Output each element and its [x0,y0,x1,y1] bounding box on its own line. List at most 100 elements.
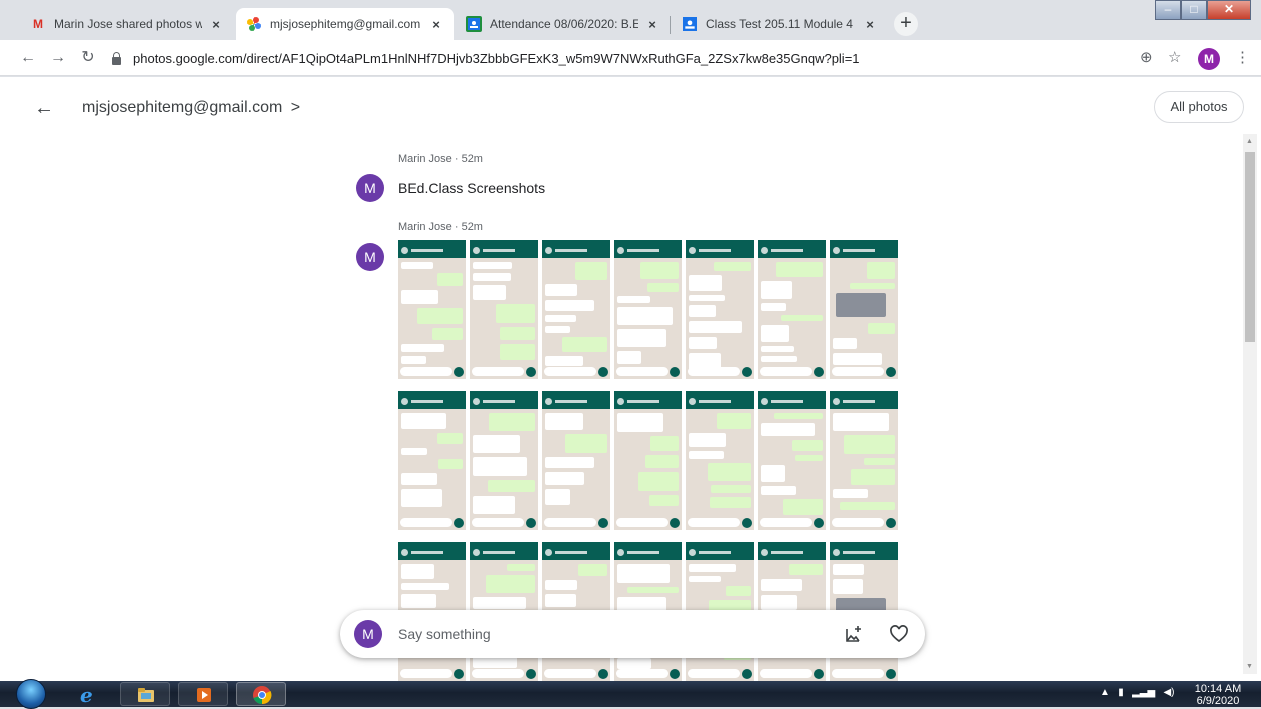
photo-thumbnail[interactable] [614,391,682,530]
chat-bubble [575,262,607,280]
album-title: BEd.Class Screenshots [398,180,546,196]
share-title[interactable]: mjsjosephitemg@gmail.com > [82,99,300,117]
back-icon[interactable]: ← [18,48,38,68]
mic-icon [454,669,464,679]
chat-bubble [545,489,570,505]
chat-bubble [578,564,607,576]
chat-header [686,240,754,258]
mic-icon [598,367,608,377]
taskbar-chrome[interactable] [236,682,286,706]
comment-input[interactable] [398,622,818,646]
chat-bubble [711,485,751,493]
scrollbar[interactable]: ▲ ▼ [1243,134,1257,674]
chat-bubble [486,575,535,593]
photo-thumbnail[interactable] [830,240,898,379]
profile-avatar[interactable]: M [1198,48,1220,70]
chat-bubble [781,315,823,321]
taskbar-internet-explorer[interactable]: e [62,682,112,706]
scroll-thumb[interactable] [1245,152,1255,342]
new-tab-button[interactable]: + [894,12,918,36]
add-photo-icon[interactable] [843,623,865,645]
system-tray[interactable]: ▲ ▮ ▂▃▅ ◀) [1100,687,1175,698]
address-bar[interactable]: photos.google.com/direct/AF1QipOt4aPLm1H… [112,45,1122,72]
tab-gmail[interactable]: M Marin Jose shared photos with yo × [20,8,234,40]
avatar: M [356,243,384,271]
tab-attendance[interactable]: Attendance 08/06/2020: B.Ed. 20 × [456,8,670,40]
entry-meta: Marin Jose · 52m [398,221,483,233]
close-icon[interactable]: × [428,17,444,32]
chat-bubble [401,344,444,352]
photo-thumbnail[interactable] [542,391,610,530]
mic-icon [526,367,536,377]
photo-thumbnail[interactable] [470,240,538,379]
chat-bubble [562,337,607,352]
heart-icon[interactable] [888,623,910,645]
clock[interactable]: 10:14 AM 6/9/2020 [1188,683,1248,707]
tab-class-test[interactable]: Class Test 205.11 Module 4 × [672,8,888,40]
chat-header [830,542,898,560]
mic-icon [454,518,464,528]
maximize-button[interactable]: □ [1181,0,1207,20]
chat-input [400,367,452,376]
photo-thumbnail[interactable] [542,240,610,379]
chat-image [836,293,886,317]
chat-bubble [710,497,751,508]
chat-bubble [401,290,438,304]
chat-input [400,669,452,678]
chat-input [760,367,812,376]
photo-thumbnail[interactable] [398,391,466,530]
chat-bubble [617,351,641,364]
photo-thumbnail[interactable] [686,240,754,379]
mic-icon [886,669,896,679]
chat-header [614,391,682,409]
back-arrow-icon[interactable]: ← [34,97,54,120]
chat-header [470,240,538,258]
chat-bubble [617,413,663,432]
photo-thumbnail[interactable] [830,391,898,530]
chat-bubble [473,496,515,514]
chat-bubble [833,489,868,498]
photo-thumbnail[interactable] [686,391,754,530]
photo-thumbnail[interactable] [398,240,466,379]
scroll-up-icon[interactable]: ▲ [1246,138,1253,145]
svg-text:e: e [80,684,93,704]
folder-icon [138,688,154,702]
minimize-button[interactable]: – [1155,0,1181,20]
chat-bubble [864,458,895,465]
start-button[interactable] [16,679,46,709]
reload-icon[interactable]: ↻ [78,48,98,68]
taskbar-file-explorer[interactable] [120,682,170,706]
photo-thumbnail[interactable] [470,391,538,530]
close-window-button[interactable]: ✕ [1207,0,1251,20]
tab-google-photos[interactable]: mjsjosephitemg@gmail.com - Go × [236,8,454,40]
photo-thumbnail[interactable] [758,240,826,379]
chat-bubble [689,321,742,333]
taskbar-media-player[interactable] [178,682,228,706]
close-icon[interactable]: × [208,17,224,32]
chat-bubble [868,323,895,334]
install-icon[interactable]: ⊕ [1140,49,1153,67]
chat-header [398,542,466,560]
menu-icon[interactable]: ⋮ [1235,49,1250,67]
url-text: photos.google.com/direct/AF1QipOt4aPLm1H… [133,51,860,66]
mic-icon [742,669,752,679]
photo-thumbnail[interactable] [614,240,682,379]
star-icon[interactable]: ☆ [1168,49,1181,67]
mic-icon [814,669,824,679]
chat-bubble [650,436,679,451]
chat-bubble [417,308,463,324]
all-photos-button[interactable]: All photos [1154,91,1244,123]
forward-icon[interactable]: → [48,48,68,68]
chat-bubble [473,457,527,476]
chat-input [688,518,740,527]
photo-thumbnail[interactable] [758,391,826,530]
chat-bubble [761,595,797,610]
close-icon[interactable]: × [644,17,660,32]
chat-bubble [833,353,882,365]
chat-bubble [488,480,535,492]
close-icon[interactable]: × [862,17,878,32]
chat-bubble [545,284,577,296]
scroll-down-icon[interactable]: ▼ [1246,663,1253,670]
chat-bubble [473,285,506,300]
chat-bubble [840,502,895,510]
